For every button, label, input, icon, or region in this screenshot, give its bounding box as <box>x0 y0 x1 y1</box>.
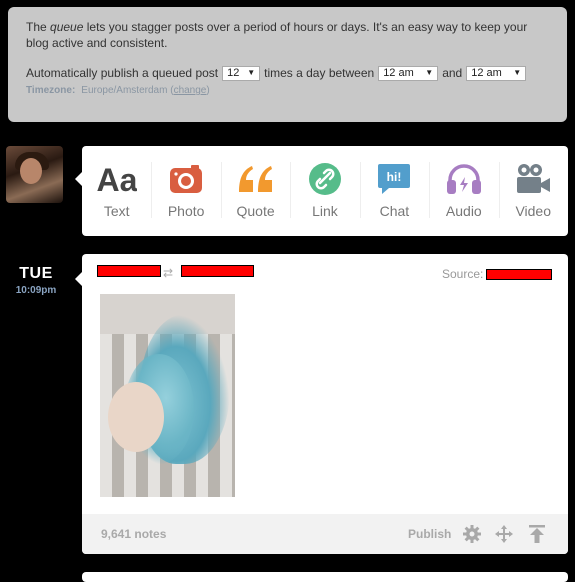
post-type-photo[interactable]: Photo <box>151 146 220 236</box>
svg-text:Aa: Aa <box>97 162 137 196</box>
chat-icon: hi! <box>377 162 411 196</box>
timezone-value: Europe/Amsterdam <box>81 85 168 96</box>
queue-info-panel: The queue lets you stagger posts over a … <box>8 7 567 122</box>
queue-description: The queue lets you stagger posts over a … <box>26 20 528 50</box>
post-type-bar: Aa Text Photo Quote Link hi! Chat Audio … <box>75 146 568 236</box>
timezone-row: Timezone: Europe/Amsterdam (change) <box>26 85 210 96</box>
svg-text:hi!: hi! <box>387 170 402 184</box>
queue-day-label: TUE 10:09pm <box>8 265 64 296</box>
post-type-link[interactable]: Link <box>290 146 359 236</box>
move-to-top-icon[interactable] <box>528 525 546 543</box>
text-icon: Aa <box>97 162 137 196</box>
queue-emphasis: queue <box>50 20 84 34</box>
post-type-quote[interactable]: Quote <box>220 146 290 236</box>
publish-schedule-row: Automatically publish a queued post 12 ▼ … <box>26 65 549 81</box>
post-type-chat[interactable]: hi! Chat <box>359 146 429 236</box>
and-label: and <box>442 66 463 80</box>
quote-icon <box>237 162 275 196</box>
blog-avatar[interactable] <box>6 146 63 203</box>
redacted-source-link <box>486 269 552 280</box>
next-post-card <box>82 572 568 582</box>
start-time-select[interactable]: 12 am ▼ <box>378 65 439 81</box>
notes-count[interactable]: 9,641 notes <box>101 527 166 541</box>
post-photo[interactable] <box>100 294 235 497</box>
dropdown-arrow-icon: ▼ <box>247 68 256 77</box>
timezone-label: Timezone: <box>26 85 76 96</box>
gear-icon[interactable] <box>463 525 481 543</box>
video-camera-icon <box>515 162 551 196</box>
publish-button[interactable]: Publish <box>408 527 451 541</box>
auto-publish-label: Automatically publish a queued post <box>26 66 219 80</box>
link-icon <box>308 162 342 196</box>
dropdown-arrow-icon: ▼ <box>425 68 434 77</box>
queued-post-card: ⇄ Source: 9,641 notes Publish <box>75 254 568 554</box>
camera-icon <box>169 162 203 196</box>
dropdown-arrow-icon: ▼ <box>513 68 522 77</box>
source-label: Source: <box>442 267 484 281</box>
headphones-icon <box>446 162 482 196</box>
times-label: times a day between <box>264 66 375 80</box>
reblog-icon: ⇄ <box>163 266 174 280</box>
times-per-day-select[interactable]: 12 ▼ <box>222 65 261 81</box>
change-timezone-link[interactable]: change <box>174 85 207 96</box>
post-type-audio[interactable]: Audio <box>429 146 498 236</box>
redacted-reblogged-from <box>181 265 254 277</box>
post-footer: 9,641 notes Publish <box>82 514 568 554</box>
end-time-select[interactable]: 12 am ▼ <box>466 65 527 81</box>
move-icon[interactable] <box>495 525 513 543</box>
redacted-blog-name <box>97 265 161 277</box>
day-name: TUE <box>19 265 53 282</box>
post-type-text[interactable]: Aa Text <box>82 146 151 236</box>
scheduled-time: 10:09pm <box>15 285 57 296</box>
post-type-video[interactable]: Video <box>498 146 568 236</box>
